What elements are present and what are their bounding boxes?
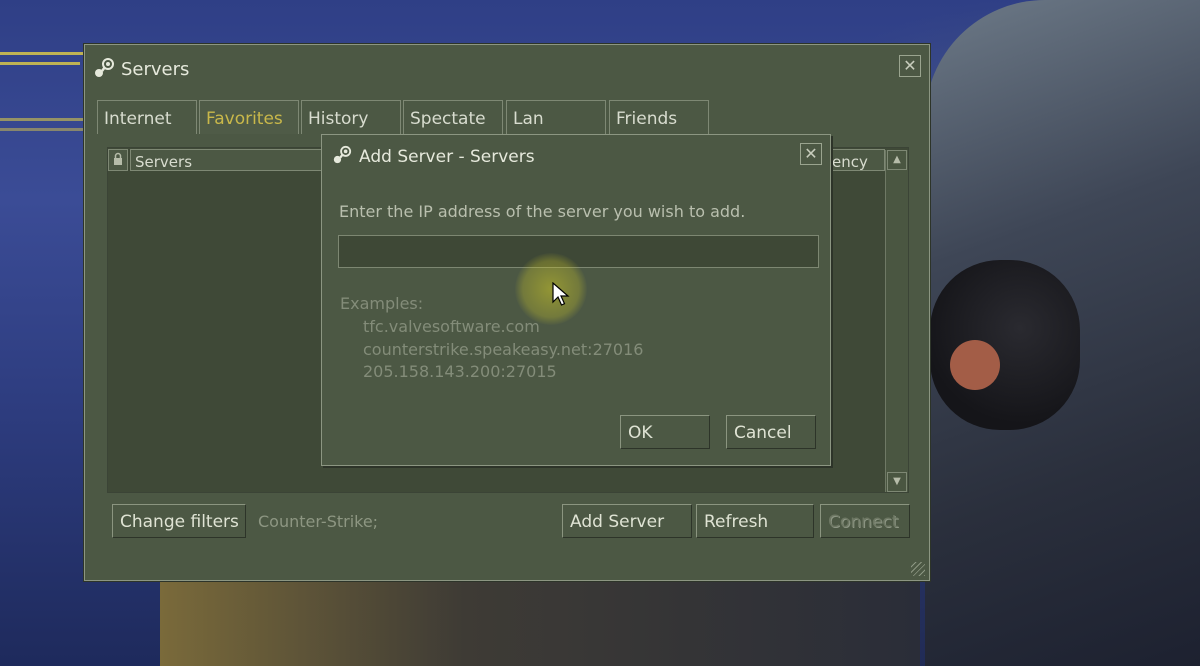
column-header-latency[interactable]: ency <box>829 149 885 171</box>
connect-button[interactable]: Connect <box>820 504 910 538</box>
background-stripe <box>0 52 90 55</box>
change-filters-button[interactable]: Change filters <box>112 504 246 538</box>
tab-favorites[interactable]: Favorites <box>199 100 299 134</box>
scroll-down-arrow-icon[interactable]: ▼ <box>887 472 907 492</box>
background-character-head <box>930 260 1080 430</box>
examples-label: Examples: <box>340 294 424 313</box>
example-address: counterstrike.speakeasy.net:27016 <box>363 340 644 359</box>
tab-lan[interactable]: Lan <box>506 100 606 134</box>
server-list-scrollbar[interactable]: ▲ ▼ <box>885 150 908 492</box>
mouse-cursor-icon <box>552 282 570 306</box>
tab-internet[interactable]: Internet <box>97 100 197 134</box>
cursor-highlight <box>515 253 587 325</box>
window-title: Servers <box>121 59 190 80</box>
column-header-servers[interactable]: Servers <box>130 149 330 171</box>
background-character-face <box>950 340 1000 390</box>
refresh-button[interactable]: Refresh <box>696 504 814 538</box>
column-header-lock[interactable] <box>108 149 128 171</box>
ip-address-input[interactable] <box>338 235 819 268</box>
tab-friends[interactable]: Friends <box>609 100 709 134</box>
resize-grip-icon[interactable] <box>911 562 925 576</box>
dialog-title: Add Server - Servers <box>359 147 535 167</box>
tab-history[interactable]: History <box>301 100 401 134</box>
example-address: tfc.valvesoftware.com <box>363 317 540 336</box>
background-stripe <box>0 128 95 131</box>
dialog-close-button[interactable]: ✕ <box>800 143 822 165</box>
background-stripe <box>0 62 80 65</box>
background-stripe <box>0 118 95 121</box>
background-floor <box>160 580 920 666</box>
window-close-button[interactable]: ✕ <box>899 55 921 77</box>
cancel-button[interactable]: Cancel <box>726 415 816 449</box>
add-server-button[interactable]: Add Server <box>562 504 692 538</box>
steam-logo-icon <box>333 145 352 164</box>
scroll-up-arrow-icon[interactable]: ▲ <box>887 150 907 170</box>
filter-summary: Counter-Strike; <box>258 512 379 531</box>
example-address: 205.158.143.200:27015 <box>363 362 557 381</box>
ok-button[interactable]: OK <box>620 415 710 449</box>
steam-logo-icon <box>95 58 114 77</box>
dialog-prompt: Enter the IP address of the server you w… <box>339 202 746 221</box>
tab-spectate[interactable]: Spectate <box>403 100 503 134</box>
lock-icon <box>114 152 122 165</box>
